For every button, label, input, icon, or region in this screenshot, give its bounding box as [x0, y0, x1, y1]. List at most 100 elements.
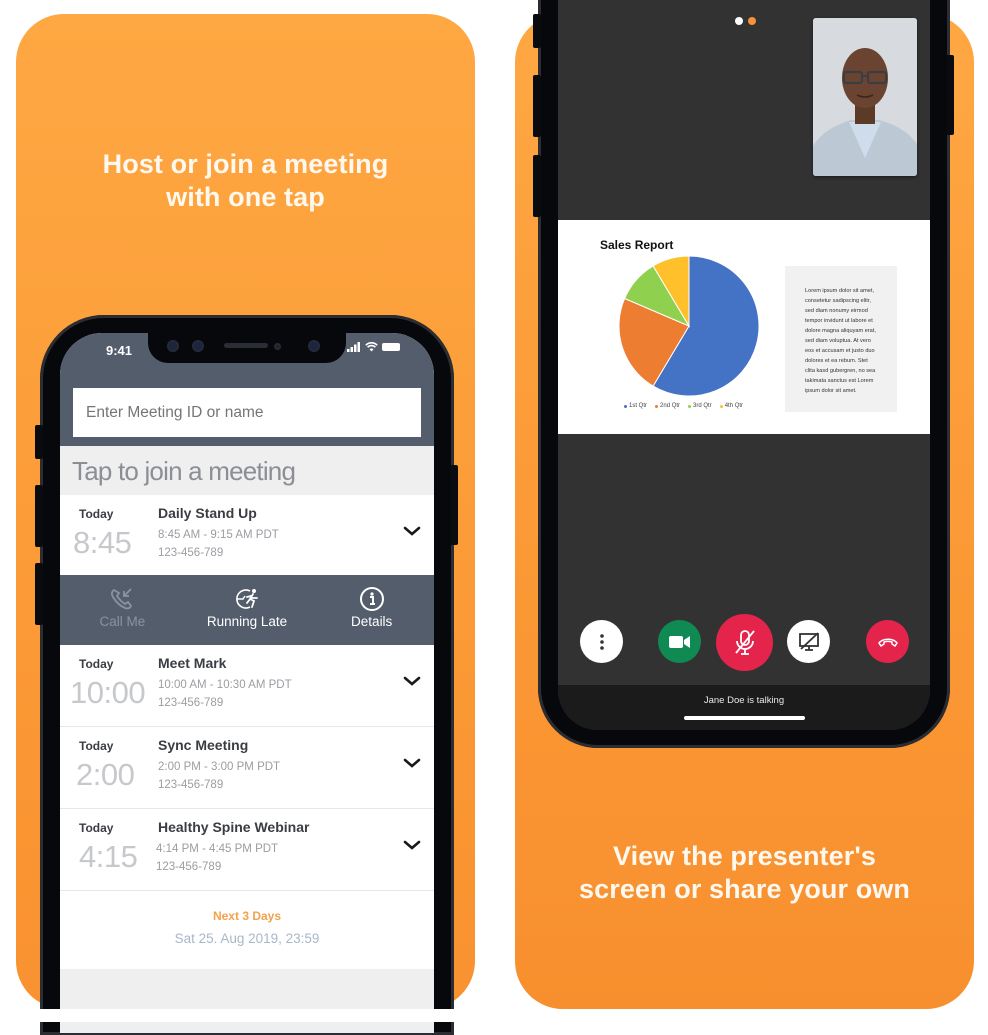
meeting-day: Today	[79, 821, 114, 835]
chevron-down-icon[interactable]	[402, 671, 422, 691]
details-label: Details	[351, 614, 393, 629]
status-icons	[347, 342, 400, 352]
chevron-down-icon[interactable]	[402, 521, 422, 541]
running-late-icon	[236, 589, 258, 609]
battery-icon	[382, 343, 400, 351]
running-late-button[interactable]: Running Late	[185, 575, 310, 645]
legend-swatch	[655, 404, 659, 408]
speaker-grille	[224, 343, 268, 348]
app-header: 9:41	[60, 333, 434, 446]
speaker-status-bar: Jane Doe is talking	[558, 685, 930, 730]
meeting-row[interactable]: Today 8:45 Daily Stand Up 8:45 AM - 9:15…	[60, 495, 434, 577]
promo-headline: Host or join a meeting with one tap	[102, 149, 389, 212]
screen-share-off-icon	[798, 631, 819, 651]
page-dot-active[interactable]	[748, 17, 756, 25]
chevron-down-icon[interactable]	[402, 753, 422, 773]
legend-swatch	[688, 404, 692, 408]
home-indicator[interactable]	[684, 716, 805, 720]
legend-label: 3rd Qtr	[693, 403, 712, 409]
promo-headline: View the presenter's screen or share you…	[578, 841, 910, 904]
volume-down-button	[35, 563, 43, 625]
call-me-label: Call Me	[99, 614, 146, 629]
video-camera-icon	[668, 635, 690, 648]
meeting-start-time: 2:00	[76, 757, 135, 792]
volume-up-button	[533, 75, 541, 137]
chart-title: Sales Report	[600, 238, 674, 252]
more-options-button[interactable]	[580, 620, 623, 663]
share-screen-button[interactable]	[787, 620, 830, 663]
hang-up-button[interactable]	[866, 620, 909, 663]
meeting-title: Healthy Spine Webinar	[158, 819, 310, 835]
meeting-id: 123-456-789	[158, 547, 224, 559]
mute-switch	[35, 425, 43, 459]
signal-icon	[347, 342, 360, 352]
info-icon	[359, 587, 384, 611]
call-me-button[interactable]: Call Me	[60, 575, 185, 645]
front-camera-icon	[308, 340, 320, 352]
sensor-icon	[192, 340, 204, 352]
meeting-row[interactable]: Today 10:00 Meet Mark 10:00 AM - 10:30 A…	[60, 645, 434, 727]
meeting-title: Sync Meeting	[158, 737, 249, 753]
meeting-start-time: 8:45	[73, 525, 132, 560]
legend-swatch	[624, 404, 627, 408]
page-indicator	[735, 17, 756, 25]
power-button	[946, 55, 954, 135]
page-background	[0, 1009, 500, 1022]
meeting-day: Today	[79, 507, 114, 521]
meeting-call-screen: Sales Report 1st Qtr 2nd Qtr 3rd Qtr 4th Qt…	[558, 0, 930, 730]
participant-video[interactable]	[813, 18, 917, 176]
phone-incoming-icon	[111, 588, 133, 610]
wifi-icon	[365, 342, 378, 352]
meeting-actions-bar: Call Me Running Late Details	[60, 575, 434, 645]
slide-text-box: Lorem ipsum dolor sit amet, consetetur s…	[785, 266, 897, 412]
page-dot[interactable]	[735, 17, 743, 25]
meeting-time-range: 4:14 PM - 4:45 PM PDT	[156, 843, 279, 855]
legend-swatch	[719, 404, 723, 408]
chart-legend: 1st Qtr 2nd Qtr 3rd Qtr 4th Qtr	[624, 403, 743, 409]
power-button	[450, 465, 458, 545]
sales-pie-chart	[618, 255, 760, 397]
meeting-day: Today	[79, 739, 114, 753]
shared-screen-slide: Sales Report 1st Qtr 2nd Qtr 3rd Qtr 4th Qt…	[558, 220, 930, 434]
meetings-screen: 9:41 Tap to join a meeting Today 8:45 Da…	[60, 333, 434, 1033]
mute-switch	[533, 14, 541, 48]
meeting-row[interactable]: Today 4:15 Healthy Spine Webinar 4:14 PM…	[60, 809, 434, 891]
meeting-title: Daily Stand Up	[158, 505, 257, 521]
chevron-down-icon[interactable]	[402, 835, 422, 855]
mic-off-icon	[734, 629, 755, 655]
legend-label: 1st Qtr	[629, 403, 648, 409]
meeting-start-time: 4:15	[79, 839, 138, 874]
meeting-start-time: 10:00	[70, 675, 146, 710]
participant-avatar	[813, 18, 917, 176]
meeting-time-range: 2:00 PM - 3:00 PM PDT	[158, 761, 281, 773]
legend-item: 4th Qtr	[719, 403, 744, 409]
sensor-icon	[167, 340, 179, 352]
next-days-date: Sat 25. Aug 2019, 23:59	[174, 931, 320, 946]
meeting-time-range: 10:00 AM - 10:30 AM PDT	[158, 679, 292, 691]
talking-status: Jane Doe is talking	[703, 695, 785, 706]
legend-item: 3rd Qtr	[688, 403, 712, 409]
meeting-id: 123-456-789	[158, 779, 224, 791]
meeting-id: 123-456-789	[158, 697, 224, 709]
hang-up-icon	[877, 638, 898, 647]
tap-to-join-heading: Tap to join a meeting	[60, 446, 434, 495]
details-button[interactable]: Details	[309, 575, 434, 645]
mute-button[interactable]	[716, 614, 773, 671]
notch	[148, 333, 346, 363]
slide-body-text: Lorem ipsum dolor sit amet, consetetur s…	[805, 288, 876, 394]
status-time: 9:41	[106, 343, 133, 358]
screen-footer	[60, 969, 434, 1033]
meeting-id-input[interactable]	[73, 388, 421, 437]
call-controls	[558, 614, 930, 674]
meeting-day: Today	[79, 657, 114, 671]
video-toggle-button[interactable]	[658, 620, 701, 663]
proximity-sensor	[274, 343, 281, 350]
legend-item: 1st Qtr	[624, 403, 647, 409]
meeting-row[interactable]: Today 2:00 Sync Meeting 2:00 PM - 3:00 P…	[60, 727, 434, 809]
legend-label: 2nd Qtr	[660, 403, 681, 409]
legend-label: 4th Qtr	[724, 403, 744, 409]
meeting-time-range: 8:45 AM - 9:15 AM PDT	[158, 529, 279, 541]
more-vertical-icon	[599, 633, 604, 650]
next-days-heading: Next 3 Days	[212, 909, 282, 923]
legend-item: 2nd Qtr	[655, 403, 680, 409]
